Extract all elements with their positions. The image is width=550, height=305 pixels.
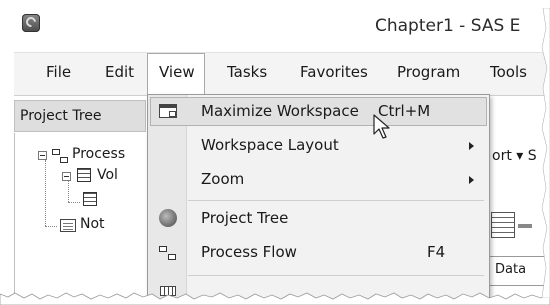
toolbar-fragment[interactable]: ort ▾ S xyxy=(492,148,537,164)
maximize-workspace-icon xyxy=(159,104,177,118)
collapse-toggle-icon[interactable] xyxy=(38,151,47,160)
menu-item-maximize-workspace[interactable]: Maximize Workspace xyxy=(201,102,359,120)
menu-item-workspace-layout[interactable]: Workspace Layout xyxy=(201,136,339,154)
process-flow-icon xyxy=(52,149,68,163)
project-tree-icon xyxy=(159,209,177,227)
submenu-arrow-icon xyxy=(469,176,474,184)
tree-connector xyxy=(68,202,80,203)
sas-app-icon[interactable] xyxy=(22,14,40,32)
data-grid-icon xyxy=(77,168,91,182)
menu-item-zoom[interactable]: Zoom xyxy=(201,170,244,188)
menu-item-process-flow[interactable]: Process Flow xyxy=(201,243,297,261)
menu-program[interactable]: Program xyxy=(397,63,460,81)
notes-icon xyxy=(60,219,76,232)
submenu-arrow-icon xyxy=(469,142,474,150)
application-window: Chapter1 - SAS E File Edit View Tasks Fa… xyxy=(0,0,550,305)
menu-bar xyxy=(14,52,550,96)
menu-tools[interactable]: Tools xyxy=(490,63,527,81)
flow-arrow xyxy=(518,224,532,228)
project-tree-title: Project Tree xyxy=(20,108,102,124)
menu-separator xyxy=(188,275,484,276)
tree-connector xyxy=(45,226,57,227)
mouse-cursor-icon xyxy=(373,114,390,139)
data-grid-icon xyxy=(491,212,515,238)
tree-node-notes[interactable]: Not xyxy=(80,216,105,232)
torn-edge-right xyxy=(541,8,550,298)
menu-view[interactable]: View xyxy=(159,63,195,81)
menu-tasks[interactable]: Tasks xyxy=(227,63,267,81)
collapse-toggle-icon[interactable] xyxy=(62,172,71,181)
menu-favorites[interactable]: Favorites xyxy=(300,63,368,81)
tree-connector xyxy=(68,180,69,202)
data-table-icon[interactable] xyxy=(83,192,97,206)
menu-edit[interactable]: Edit xyxy=(105,63,134,81)
data-node-label: Data xyxy=(495,262,527,277)
tree-node-process[interactable]: Process xyxy=(72,146,125,162)
shortcut-label: F4 xyxy=(427,243,446,261)
menu-file[interactable]: File xyxy=(46,63,71,81)
menu-item-project-tree[interactable]: Project Tree xyxy=(201,209,288,227)
menu-icon-column xyxy=(148,95,187,305)
tree-connector xyxy=(45,160,46,226)
torn-edge xyxy=(0,292,550,305)
tree-node-vol[interactable]: Vol xyxy=(97,167,118,183)
menu-separator xyxy=(188,200,484,201)
process-flow-icon xyxy=(159,246,177,260)
window-title: Chapter1 - SAS E xyxy=(375,16,521,36)
